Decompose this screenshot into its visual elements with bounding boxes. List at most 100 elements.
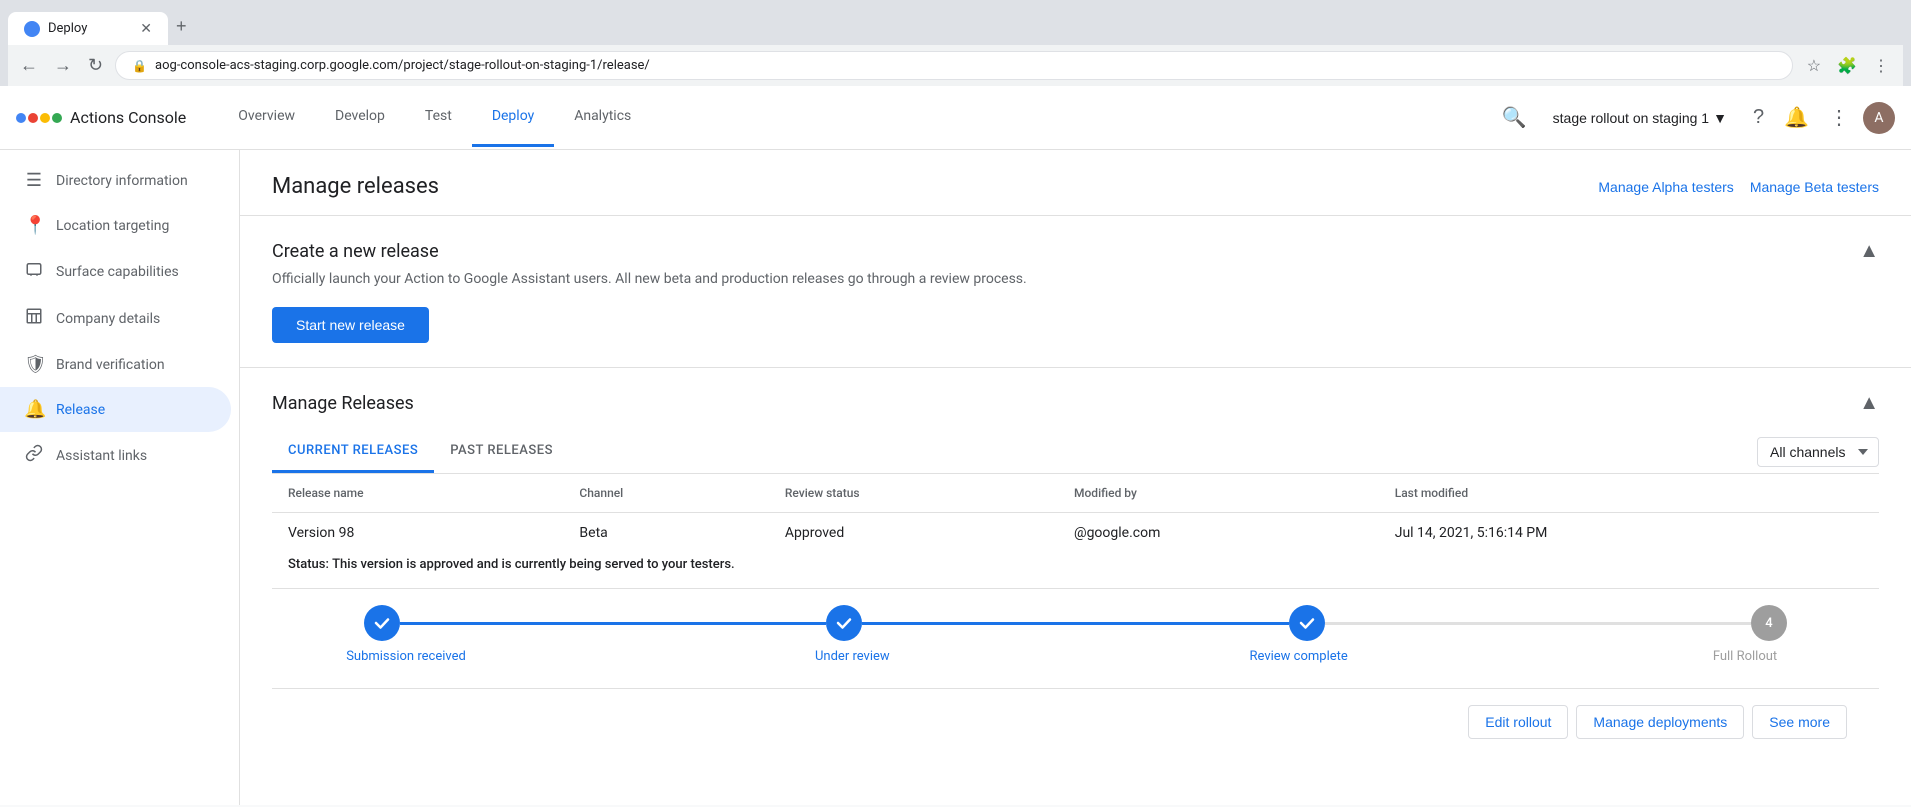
back-button[interactable]: ← bbox=[16, 51, 42, 80]
refresh-button[interactable]: ↻ bbox=[84, 51, 107, 80]
cell-channel: Beta bbox=[563, 513, 768, 554]
manage-releases-section: Manage Releases ▲ CURRENT RELEASES PAST … bbox=[240, 368, 1911, 779]
brand-icon: 🛡 bbox=[24, 354, 44, 375]
nav-tab-deploy[interactable]: Deploy bbox=[472, 88, 554, 147]
notifications-button[interactable]: 🔔 bbox=[1778, 99, 1815, 136]
main-nav: Overview Develop Test Deploy Analytics bbox=[218, 88, 651, 147]
tab-current-releases[interactable]: CURRENT RELEASES bbox=[272, 431, 434, 473]
col-release-name: Release name bbox=[272, 474, 563, 513]
search-button[interactable]: 🔍 bbox=[1496, 99, 1533, 136]
address-bar[interactable]: 🔒 aog-console-acs-staging.corp.google.co… bbox=[115, 51, 1793, 80]
google-logo bbox=[16, 113, 62, 123]
step-4-number: 4 bbox=[1765, 616, 1772, 631]
manage-deployments-button[interactable]: Manage deployments bbox=[1576, 705, 1744, 739]
sidebar-label-location: Location targeting bbox=[56, 218, 169, 234]
url-text: aog-console-acs-staging.corp.google.com/… bbox=[155, 58, 650, 73]
create-release-collapse-button[interactable]: ▲ bbox=[1859, 240, 1879, 263]
create-release-section: Create a new release ▲ Officially launch… bbox=[240, 216, 1911, 368]
sidebar-item-location[interactable]: 📍 Location targeting bbox=[0, 203, 231, 248]
progress-step-4: 4 bbox=[1751, 605, 1787, 641]
page-header-actions: Manage Alpha testers Manage Beta testers bbox=[1598, 179, 1879, 195]
sidebar-item-brand[interactable]: 🛡 Brand verification bbox=[0, 342, 231, 387]
app-header: Actions Console Overview Develop Test De… bbox=[0, 86, 1911, 150]
browser-toolbar: ← → ↻ 🔒 aog-console-acs-staging.corp.goo… bbox=[8, 45, 1903, 86]
progress-label-4: Full Rollout bbox=[1685, 649, 1805, 664]
progress-step-3 bbox=[1289, 605, 1325, 641]
tab-past-releases[interactable]: PAST RELEASES bbox=[434, 431, 569, 473]
col-last-modified: Last modified bbox=[1379, 474, 1879, 513]
see-more-button[interactable]: See more bbox=[1752, 705, 1847, 739]
sidebar-item-surface[interactable]: Surface capabilities bbox=[0, 248, 231, 295]
app-name: Actions Console bbox=[70, 108, 186, 127]
sidebar-item-release[interactable]: 🔔 Release bbox=[0, 387, 231, 432]
forward-button[interactable]: → bbox=[50, 51, 76, 80]
status-label: Status: bbox=[288, 557, 329, 572]
manage-beta-button[interactable]: Manage Beta testers bbox=[1750, 179, 1879, 195]
browser-tab[interactable]: Deploy ✕ bbox=[8, 12, 168, 45]
content: Manage releases Manage Alpha testers Man… bbox=[240, 150, 1911, 805]
progress-line-1 bbox=[400, 622, 826, 625]
cell-last-modified: Jul 14, 2021, 5:16:14 PM bbox=[1379, 513, 1879, 554]
create-release-title: Create a new release bbox=[272, 241, 439, 262]
tabs-container: CURRENT RELEASES PAST RELEASES All chann… bbox=[272, 431, 1879, 474]
sidebar-label-assistant: Assistant links bbox=[56, 448, 147, 464]
col-modified-by: Modified by bbox=[1058, 474, 1379, 513]
browser-tabs: Deploy ✕ + bbox=[8, 8, 1903, 45]
logo-dot-red bbox=[28, 113, 38, 123]
page-title: Manage releases bbox=[272, 174, 439, 199]
sidebar-item-company[interactable]: Company details bbox=[0, 295, 231, 342]
project-name: stage rollout on staging 1 bbox=[1553, 110, 1709, 126]
cell-modified-by: @google.com bbox=[1058, 513, 1379, 554]
progress-label-2[interactable]: Under review bbox=[792, 649, 912, 664]
page-header: Manage releases Manage Alpha testers Man… bbox=[240, 150, 1911, 216]
sidebar-item-assistant-links[interactable]: Assistant links bbox=[0, 432, 231, 479]
col-channel: Channel bbox=[563, 474, 768, 513]
manage-alpha-button[interactable]: Manage Alpha testers bbox=[1598, 179, 1733, 195]
channel-select[interactable]: All channels Beta Production bbox=[1757, 437, 1879, 467]
directory-icon: ☰ bbox=[24, 170, 44, 191]
progress-line-3 bbox=[1325, 622, 1751, 625]
status-text: Status: This version is approved and is … bbox=[288, 557, 1863, 572]
create-release-header: Create a new release ▲ bbox=[272, 240, 1879, 263]
sidebar-label-release: Release bbox=[56, 402, 105, 418]
bottom-actions: Edit rollout Manage deployments See more bbox=[272, 688, 1879, 755]
progress-label-1[interactable]: Submission received bbox=[346, 649, 466, 664]
tab-close-button[interactable]: ✕ bbox=[140, 20, 152, 37]
status-cell: Status: This version is approved and is … bbox=[272, 553, 1879, 589]
progress-label-3[interactable]: Review complete bbox=[1239, 649, 1359, 664]
nav-tab-test[interactable]: Test bbox=[405, 88, 472, 147]
avatar[interactable]: A bbox=[1863, 102, 1895, 134]
logo-dot-yellow bbox=[40, 113, 50, 123]
sidebar-label-directory: Directory information bbox=[56, 173, 188, 189]
new-tab-button[interactable]: + bbox=[168, 8, 195, 45]
project-selector[interactable]: stage rollout on staging 1 ▼ bbox=[1541, 104, 1739, 132]
nav-tab-analytics[interactable]: Analytics bbox=[554, 88, 651, 147]
project-dropdown-icon: ▼ bbox=[1713, 110, 1727, 126]
more-options-button[interactable]: ⋮ bbox=[1823, 99, 1855, 136]
edit-rollout-button[interactable]: Edit rollout bbox=[1468, 705, 1568, 739]
lock-icon: 🔒 bbox=[132, 59, 147, 73]
manage-releases-header: Manage Releases ▲ bbox=[272, 392, 1879, 415]
bookmark-button[interactable]: ☆ bbox=[1801, 52, 1827, 80]
favicon bbox=[24, 21, 40, 37]
help-button[interactable]: ? bbox=[1747, 100, 1770, 135]
sidebar-item-directory[interactable]: ☰ Directory information bbox=[0, 158, 231, 203]
logo-dot-blue bbox=[16, 113, 26, 123]
cell-review-status: Approved bbox=[769, 513, 1058, 554]
progress-labels: Submission received Under review Review … bbox=[346, 649, 1805, 664]
nav-tab-develop[interactable]: Develop bbox=[315, 88, 405, 147]
nav-tab-overview[interactable]: Overview bbox=[218, 88, 315, 147]
progress-line-2 bbox=[862, 622, 1288, 625]
cell-release-name: Version 98 bbox=[272, 513, 563, 554]
browser-actions: ☆ 🧩 ⋮ bbox=[1801, 52, 1895, 80]
manage-releases-collapse-button[interactable]: ▲ bbox=[1859, 392, 1879, 415]
assistant-links-icon bbox=[24, 444, 44, 467]
company-icon bbox=[24, 307, 44, 330]
col-review-status: Review status bbox=[769, 474, 1058, 513]
menu-button[interactable]: ⋮ bbox=[1867, 52, 1895, 80]
extensions-button[interactable]: 🧩 bbox=[1831, 52, 1863, 80]
progress-step-2 bbox=[826, 605, 862, 641]
start-new-release-button[interactable]: Start new release bbox=[272, 307, 429, 343]
app: Actions Console Overview Develop Test De… bbox=[0, 86, 1911, 805]
table-row[interactable]: Version 98 Beta Approved @google.com Jul… bbox=[272, 513, 1879, 554]
